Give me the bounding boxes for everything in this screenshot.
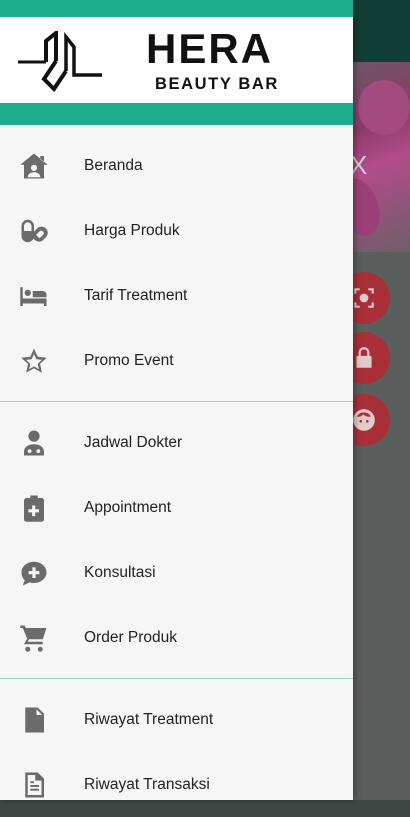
menu-item-beranda[interactable]: Beranda	[0, 133, 353, 198]
pills-icon	[18, 215, 50, 247]
file-text-icon	[18, 769, 50, 801]
brand-subtitle: BEAUTY BAR	[155, 75, 279, 93]
header-accent-band	[0, 0, 353, 17]
menu-item-jadwal-dokter[interactable]: Jadwal Dokter	[0, 410, 353, 475]
scan-face-icon	[354, 288, 374, 308]
menu-item-label: Promo Event	[84, 351, 174, 369]
brand-logo-icon	[18, 31, 102, 93]
menu-item-label: Beranda	[84, 156, 143, 174]
chat-plus-icon	[18, 557, 50, 589]
menu-item-label: Order Produk	[84, 628, 178, 646]
menu-divider	[0, 401, 353, 402]
clipboard-plus-icon	[18, 492, 50, 524]
menu-item-label: Harga Produk	[84, 221, 180, 239]
menu-item-tarif-treatment[interactable]: Tarif Treatment	[0, 263, 353, 328]
cart-icon	[18, 622, 50, 654]
home-icon	[18, 150, 50, 182]
menu-item-riwayat-transaksi[interactable]: Riwayat Transaksi	[0, 752, 353, 817]
menu-item-promo-event[interactable]: Promo Event	[0, 328, 353, 393]
menu-item-label: Jadwal Dokter	[84, 433, 183, 451]
menu-item-konsultasi[interactable]: Konsultasi	[0, 540, 353, 605]
menu-item-appointment[interactable]: Appointment	[0, 475, 353, 540]
face-icon	[353, 409, 375, 431]
menu-item-riwayat-treatment[interactable]: Riwayat Treatment	[0, 687, 353, 752]
lock-icon	[356, 347, 372, 368]
menu-item-label: Tarif Treatment	[84, 286, 188, 304]
brand-header: HERA BEAUTY BAR	[0, 17, 353, 103]
bed-icon	[18, 280, 50, 312]
navigation-drawer: HERA BEAUTY BAR Beranda Harga Produk Tar…	[0, 0, 353, 800]
menu-item-label: Appointment	[84, 498, 172, 516]
file-pulse-icon	[18, 704, 50, 736]
menu-item-order-produk[interactable]: Order Produk	[0, 605, 353, 670]
menu-item-harga-produk[interactable]: Harga Produk	[0, 198, 353, 263]
menu-divider	[0, 678, 353, 679]
header-accent-band-bottom	[0, 103, 353, 125]
star-icon	[18, 345, 50, 377]
menu-item-label: Konsultasi	[84, 563, 156, 581]
doctor-icon	[18, 427, 50, 459]
menu-item-label: Riwayat Transaksi	[84, 775, 210, 793]
brand-title: HERA	[146, 25, 274, 72]
menu-item-label: Riwayat Treatment	[84, 710, 214, 728]
